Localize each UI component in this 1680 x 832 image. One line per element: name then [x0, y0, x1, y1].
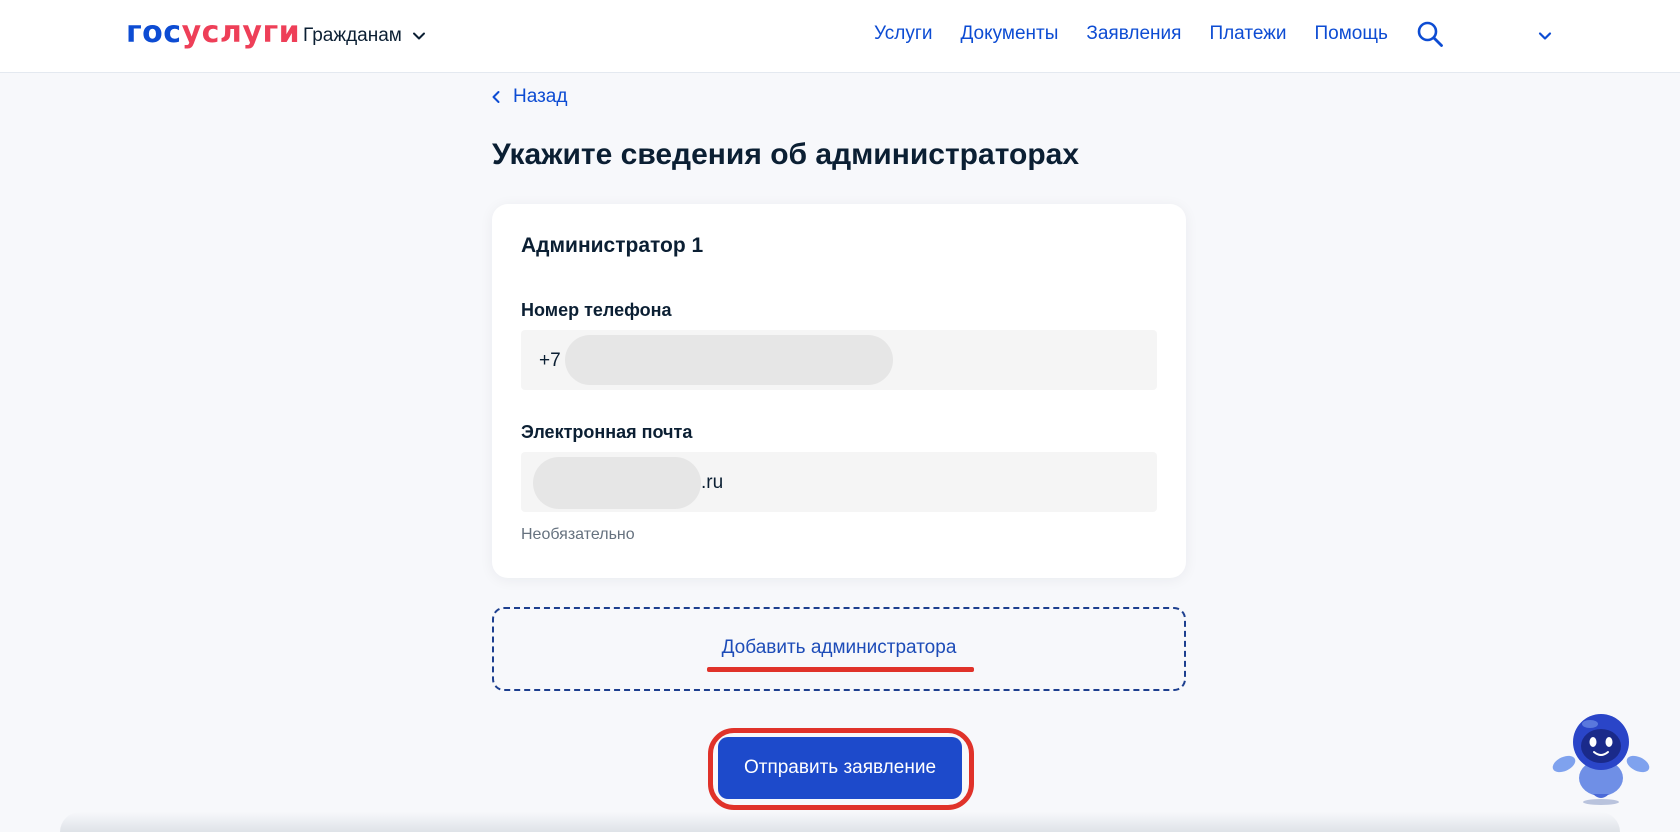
- phone-country-prefix: +7: [539, 350, 561, 371]
- back-link[interactable]: Назад: [491, 84, 567, 110]
- audience-menu-label: Гражданам: [303, 25, 402, 46]
- profile-menu-chevron-down-icon[interactable]: [1536, 27, 1554, 45]
- nav-item-applications[interactable]: Заявления: [1086, 23, 1181, 45]
- chevron-left-icon: [492, 91, 500, 103]
- nav-item-services[interactable]: Услуги: [874, 23, 932, 45]
- email-field[interactable]: .ru: [521, 452, 1157, 512]
- logo-part-gos: гос: [126, 15, 182, 50]
- chevron-down-icon: [412, 32, 425, 40]
- email-field-label: Электронная почта: [521, 422, 693, 442]
- email-domain-suffix: .ru: [701, 472, 724, 493]
- audience-menu[interactable]: Гражданам: [303, 23, 426, 49]
- back-link-label: Назад: [513, 86, 568, 107]
- logo-part-uslugi: услуги: [181, 15, 301, 50]
- page-title: Укажите сведения об администраторах: [492, 138, 1080, 171]
- annotation-underline: [707, 667, 974, 672]
- add-administrator-button[interactable]: Добавить администратора: [492, 607, 1186, 691]
- site-header: госуслуги Гражданам Услуги Документы Зая…: [0, 0, 1680, 73]
- nav-item-documents[interactable]: Документы: [960, 23, 1058, 45]
- main-nav: Услуги Документы Заявления Платежи Помощ…: [874, 23, 1388, 45]
- administrator-card: Администратор 1 Номер телефона +7 Электр…: [492, 204, 1186, 578]
- email-optional-hint: Необязательно: [521, 526, 635, 543]
- administrator-card-title: Администратор 1: [521, 234, 704, 257]
- gosuslugi-logo[interactable]: госуслуги: [126, 15, 300, 51]
- add-administrator-label: Добавить администратора: [721, 637, 957, 658]
- assistant-robot-icon[interactable]: [1552, 706, 1650, 806]
- search-icon[interactable]: [1416, 20, 1444, 48]
- redacted-email-value: [533, 457, 701, 509]
- redacted-phone-value: [565, 335, 893, 385]
- phone-field[interactable]: +7: [521, 330, 1157, 390]
- nav-item-payments[interactable]: Платежи: [1209, 23, 1286, 45]
- submit-application-button[interactable]: Отправить заявление: [718, 737, 962, 799]
- bottom-panel-edge: [60, 812, 1620, 832]
- phone-field-label: Номер телефона: [521, 300, 672, 320]
- nav-item-help[interactable]: Помощь: [1315, 23, 1388, 45]
